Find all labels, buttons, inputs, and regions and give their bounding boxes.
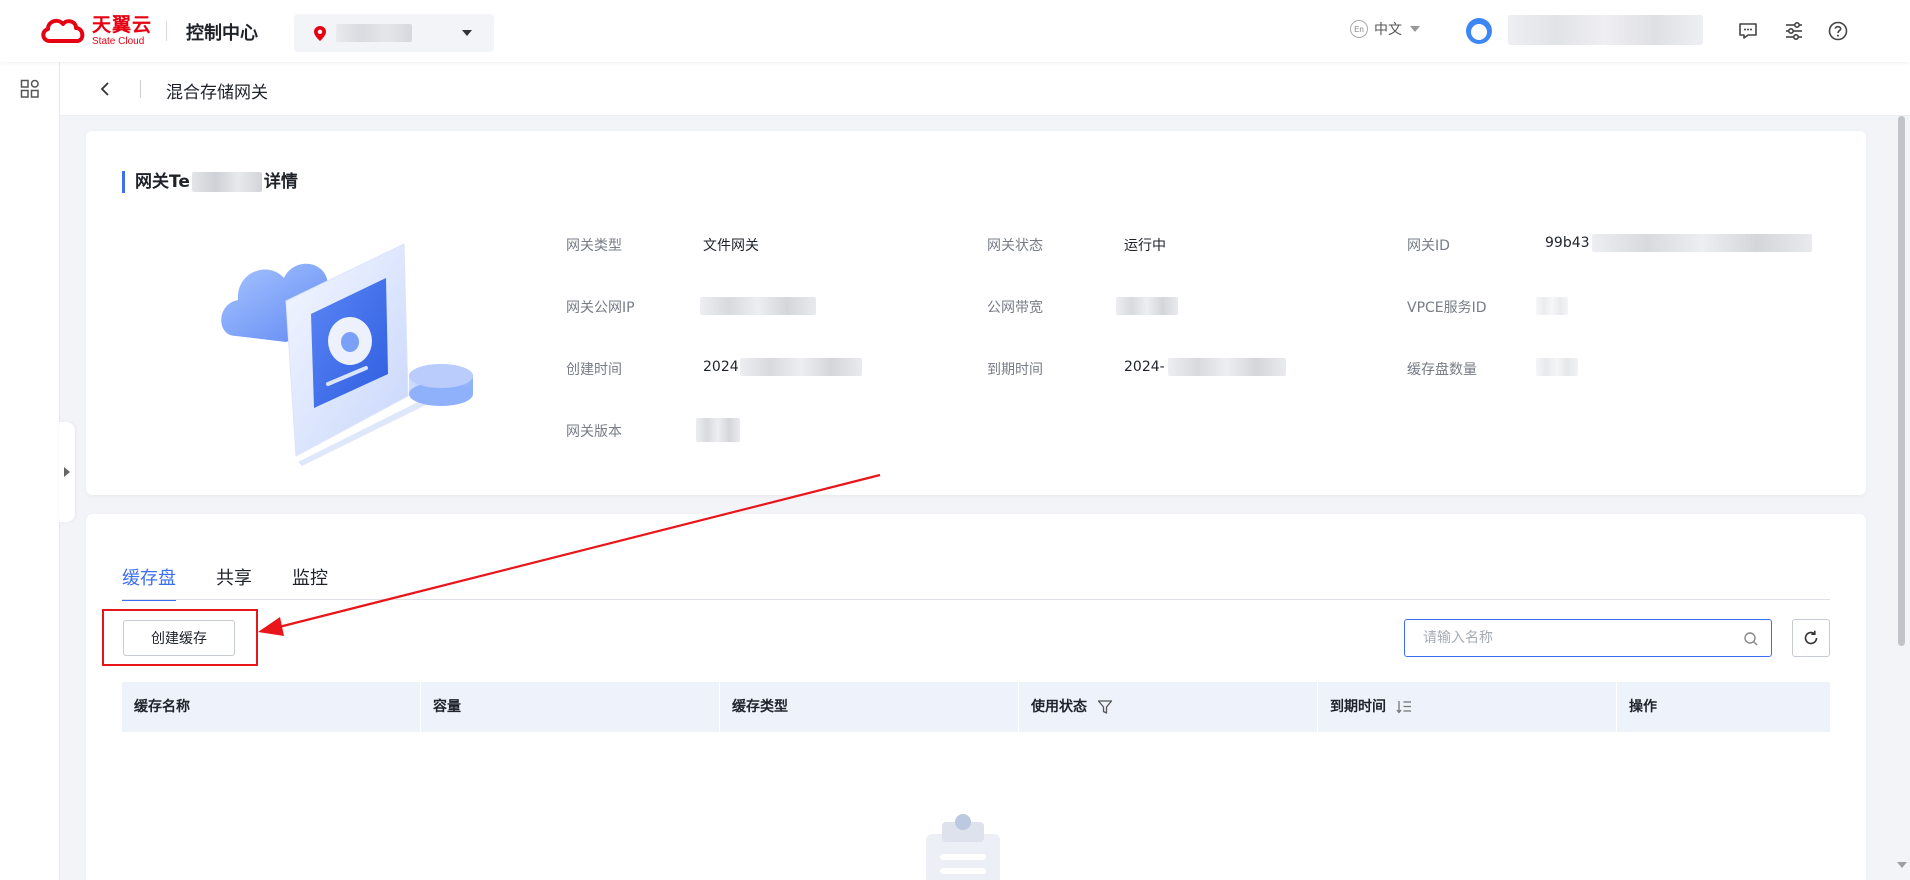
gateway-id-redacted [1592, 234, 1812, 252]
left-sidebar [0, 62, 60, 880]
field-label: VPCE服务ID [1407, 300, 1487, 316]
detail-title: 网关Te 详情 [122, 171, 298, 193]
user-avatar[interactable] [1466, 18, 1492, 44]
logo-chinese-text: 天翼云 [92, 13, 153, 36]
chevron-left-icon [100, 82, 109, 96]
column-header-usage-status: 使用状态 [1019, 682, 1318, 732]
field-value: 2024- [1124, 359, 1165, 375]
apps-grid-icon[interactable] [20, 79, 40, 103]
scroll-down-arrow-icon[interactable] [1897, 862, 1907, 868]
column-header-label: 到期时间 [1330, 699, 1386, 715]
language-icon: En [1350, 20, 1368, 38]
language-label: 中文 [1374, 22, 1402, 38]
search-box [1404, 619, 1772, 657]
empty-state-icon [926, 814, 1000, 880]
column-header-capacity: 容量 [421, 682, 720, 732]
region-selector[interactable] [294, 14, 494, 52]
page-scrollbar[interactable] [1896, 116, 1907, 880]
field-label: 公网带宽 [987, 300, 1043, 316]
tab-bar: 缓存盘 共享 监控 [122, 564, 368, 601]
column-header-actions: 操作 [1629, 699, 1657, 715]
region-name-redacted [336, 24, 412, 42]
field-value: 99b43 [1545, 235, 1590, 251]
tab-share[interactable]: 共享 [216, 564, 252, 600]
field-label: 创建时间 [566, 362, 622, 378]
page-header: 混合存储网关 [60, 62, 1910, 116]
tab-monitor[interactable]: 监控 [292, 564, 328, 600]
gateway-name-redacted [191, 172, 262, 192]
search-input[interactable] [1423, 630, 1743, 646]
page-title: 混合存储网关 [166, 83, 268, 103]
cache-count-redacted [1536, 358, 1578, 376]
column-header-label: 使用状态 [1031, 699, 1087, 715]
avatar-face-icon [1471, 24, 1487, 40]
chevron-down-icon [462, 30, 472, 36]
create-cache-button[interactable]: 创建缓存 [123, 620, 235, 656]
field-value: 运行中 [1124, 238, 1166, 254]
public-ip-redacted [700, 297, 816, 315]
top-navigation-bar: 天翼云 State Cloud 控制中心 En 中文 [0, 0, 1910, 62]
vpce-id-redacted [1536, 297, 1568, 315]
bandwidth-redacted [1116, 297, 1178, 315]
settings-sliders-icon[interactable] [1782, 19, 1806, 43]
chevron-right-icon [64, 467, 70, 477]
field-label: 网关ID [1407, 238, 1450, 254]
refresh-button[interactable] [1792, 619, 1830, 657]
column-header-cache-type: 缓存类型 [720, 682, 1019, 732]
location-pin-icon [314, 25, 326, 41]
storage-gateway-illustration [221, 243, 473, 466]
column-header-cache-name: 缓存名称 [122, 682, 421, 732]
language-switcher[interactable]: En 中文 [1350, 19, 1420, 39]
logo-english-text: State Cloud [92, 35, 145, 47]
field-label: 网关版本 [566, 424, 622, 440]
help-icon[interactable] [1826, 19, 1850, 43]
table-header: 缓存名称 容量 缓存类型 使用状态 到期时间 操作 [122, 682, 1830, 732]
version-redacted [696, 418, 740, 442]
scrollbar-thumb[interactable] [1898, 116, 1905, 646]
column-header-expire-time: 到期时间 [1318, 682, 1617, 732]
field-value: 文件网关 [703, 238, 759, 254]
divider [140, 80, 141, 98]
field-label: 缓存盘数量 [1407, 362, 1477, 378]
console-title[interactable]: 控制中心 [186, 19, 258, 45]
refresh-icon [1804, 630, 1818, 645]
created-time-redacted [740, 358, 862, 376]
field-label: 到期时间 [987, 362, 1043, 378]
detail-title-prefix: 网关Te [135, 172, 190, 192]
cache-disk-panel: 缓存盘 共享 监控 创建缓存 缓存名称 容量 缓存类型 使用状态 到期时间 操作 [86, 514, 1866, 880]
sort-icon[interactable] [1396, 699, 1412, 715]
tab-cache-disk[interactable]: 缓存盘 [122, 564, 176, 601]
chevron-down-icon [1410, 26, 1420, 32]
tab-divider [122, 599, 1830, 600]
field-label: 网关公网IP [566, 300, 635, 316]
search-icon[interactable] [1743, 631, 1759, 647]
back-button[interactable] [98, 80, 114, 98]
field-label: 网关类型 [566, 238, 622, 254]
expire-time-redacted [1168, 358, 1286, 376]
sidebar-expand-toggle[interactable] [59, 422, 75, 522]
username-redacted[interactable] [1508, 15, 1703, 45]
divider [166, 21, 167, 41]
filter-icon[interactable] [1097, 699, 1113, 715]
gateway-detail-card: 网关Te 详情 网关类型 文件网关 网关状态 运行中 网关ID 99b43 网关… [86, 131, 1866, 495]
cloud-logo-icon [41, 18, 85, 43]
state-cloud-logo[interactable]: 天翼云 State Cloud [38, 14, 152, 48]
message-icon[interactable] [1736, 19, 1760, 43]
detail-title-suffix: 详情 [263, 172, 298, 192]
field-label: 网关状态 [987, 238, 1043, 254]
field-value: 2024 [703, 359, 739, 375]
